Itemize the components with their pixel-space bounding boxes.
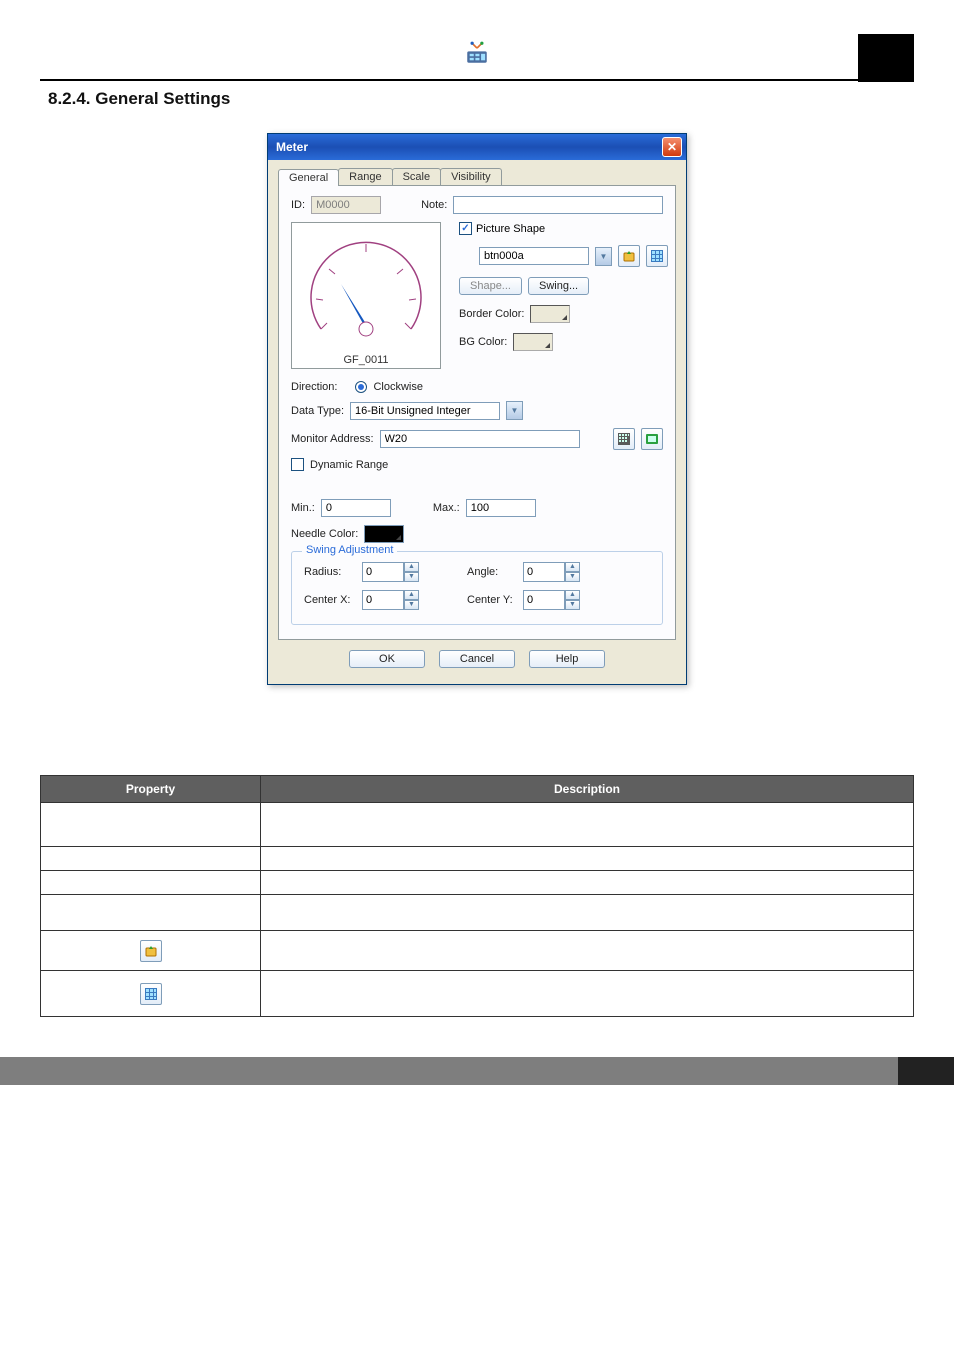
table-row: [41, 803, 914, 847]
max-field[interactable]: [466, 499, 536, 517]
radius-stepper[interactable]: ▲▼: [362, 562, 419, 582]
address-tag-button[interactable]: [641, 428, 663, 450]
swing-adjustment-group: Swing Adjustment Radius: ▲▼ Angle:: [291, 551, 663, 625]
note-field[interactable]: [453, 196, 663, 214]
tab-scale[interactable]: Scale: [392, 168, 442, 185]
swing-button[interactable]: Swing...: [528, 277, 589, 295]
border-color-swatch: [530, 305, 570, 323]
page-footer-bar: [0, 1057, 954, 1085]
monitor-address-field[interactable]: [380, 430, 580, 448]
dialog-title: Meter: [272, 140, 308, 154]
centerx-label: Center X:: [304, 594, 356, 606]
tab-visibility[interactable]: Visibility: [440, 168, 502, 185]
angle-stepper[interactable]: ▲▼: [523, 562, 580, 582]
bg-color-label: BG Color:: [459, 336, 507, 348]
table-row: [41, 847, 914, 871]
note-label: Note:: [421, 199, 447, 211]
centerx-stepper[interactable]: ▲▼: [362, 590, 419, 610]
tab-panel-general: ID: Note:: [278, 185, 676, 640]
header-corner-block: [858, 34, 914, 82]
angle-label: Angle:: [467, 566, 517, 578]
min-label: Min.:: [291, 502, 315, 514]
chevron-down-icon[interactable]: ▼: [506, 401, 523, 420]
tab-general[interactable]: General: [278, 169, 339, 186]
direction-value: Clockwise: [373, 381, 423, 393]
picture-shape-checkbox[interactable]: ✓: [459, 222, 472, 235]
shape-grid-icon: [140, 983, 162, 1005]
id-label: ID:: [291, 199, 305, 211]
centery-label: Center Y:: [467, 594, 517, 606]
section-title: 8.2.4. General Settings: [48, 89, 914, 109]
import-shape-icon: [140, 940, 162, 962]
direction-clockwise-radio[interactable]: [355, 381, 367, 393]
needle-color-label: Needle Color:: [291, 528, 358, 540]
chevron-down-icon[interactable]: ▼: [595, 247, 612, 266]
centery-stepper[interactable]: ▲▼: [523, 590, 580, 610]
radius-label: Radius:: [304, 566, 356, 578]
header-logo: [40, 40, 914, 79]
swing-group-title: Swing Adjustment: [302, 544, 397, 556]
picture-shape-label: Picture Shape: [476, 223, 545, 235]
table-row: [41, 971, 914, 1017]
tab-strip: General Range Scale Visibility: [278, 168, 676, 185]
footer-dark-block: [898, 1057, 954, 1085]
shape-grid-button[interactable]: [646, 245, 668, 267]
meter-dialog: Meter ✕ General Range Scale Visibility I…: [267, 133, 687, 685]
property-table: Property Description: [40, 775, 914, 1017]
help-button[interactable]: Help: [529, 650, 605, 668]
direction-label: Direction:: [291, 381, 337, 393]
dynamic-range-checkbox[interactable]: ✓: [291, 458, 304, 471]
table-row: [41, 895, 914, 931]
shape-select[interactable]: btn000a: [479, 247, 589, 265]
id-field: [311, 196, 381, 214]
description-header: Description: [261, 776, 914, 803]
dynamic-range-label: Dynamic Range: [310, 459, 388, 471]
ok-button[interactable]: OK: [349, 650, 425, 668]
min-field[interactable]: [321, 499, 391, 517]
header-rule: [40, 79, 914, 81]
border-color-label: Border Color:: [459, 308, 524, 320]
data-type-label: Data Type:: [291, 405, 344, 417]
table-row: [41, 931, 914, 971]
cancel-button[interactable]: Cancel: [439, 650, 515, 668]
import-shape-button[interactable]: [618, 245, 640, 267]
monitor-address-label: Monitor Address:: [291, 433, 374, 445]
property-header: Property: [41, 776, 261, 803]
dialog-titlebar[interactable]: Meter ✕: [268, 134, 686, 160]
tab-range[interactable]: Range: [338, 168, 392, 185]
shape-preview: GF_0011: [291, 222, 441, 369]
max-label: Max.:: [433, 502, 460, 514]
close-icon[interactable]: ✕: [662, 137, 682, 157]
shape-button: Shape...: [459, 277, 522, 295]
preview-caption: GF_0011: [296, 354, 436, 366]
table-row: [41, 871, 914, 895]
bg-color-swatch: [513, 333, 553, 351]
data-type-select[interactable]: 16-Bit Unsigned Integer: [350, 402, 500, 420]
address-keypad-button[interactable]: [613, 428, 635, 450]
needle-color-swatch[interactable]: [364, 525, 404, 543]
